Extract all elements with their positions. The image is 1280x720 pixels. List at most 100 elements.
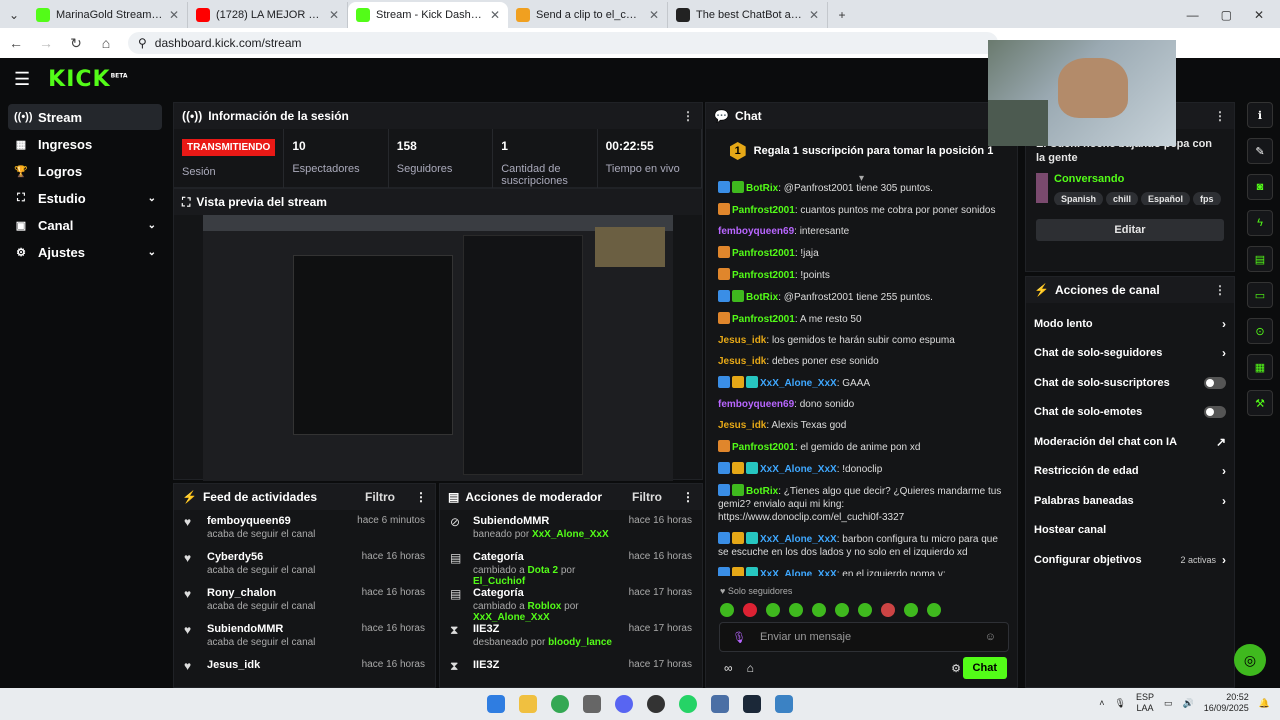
- whatsapp-icon[interactable]: [679, 695, 697, 713]
- points-icon[interactable]: ∞: [724, 661, 733, 675]
- chat-username[interactable]: Panfrost2001: [732, 205, 795, 216]
- chevron-down-icon[interactable]: ⌄: [148, 247, 156, 258]
- notes-icon[interactable]: ▤: [1247, 246, 1273, 272]
- info-more-icon[interactable]: ⋮: [1214, 109, 1226, 123]
- settings-icon[interactable]: [711, 695, 729, 713]
- browser-tab[interactable]: MarinaGold Stream - Watch ✕: [28, 2, 188, 28]
- obs-icon[interactable]: [647, 695, 665, 713]
- activity-user[interactable]: Jesus_idk: [207, 659, 352, 671]
- mod-action-target[interactable]: Dota 2: [527, 565, 558, 576]
- activity-user[interactable]: femboyqueen69: [207, 515, 347, 527]
- chat-message[interactable]: XxX_Alone_XxX: barbon configura tu micro…: [718, 532, 1005, 559]
- mic-tray-icon[interactable]: 🎙: [1115, 698, 1126, 709]
- emoji-icon[interactable]: ☺: [985, 631, 996, 643]
- store-icon[interactable]: ⌂: [747, 661, 754, 675]
- stream-tag[interactable]: chill: [1106, 192, 1139, 205]
- chat-username[interactable]: Jesus_idk: [718, 420, 766, 431]
- activity-user[interactable]: Cyberdy56: [207, 551, 352, 563]
- chat-message[interactable]: femboyqueen69: interesante: [718, 225, 1005, 238]
- browser-tab[interactable]: (1728) LA MEJOR MUSICA para ✕: [188, 2, 348, 28]
- tab-search-icon[interactable]: ⌄: [0, 2, 28, 28]
- chat-message[interactable]: Jesus_idk: debes poner ese sonido: [718, 355, 1005, 368]
- emote-icon[interactable]: [766, 603, 780, 617]
- mod-filter-button[interactable]: Filtro: [632, 490, 662, 504]
- chat-username[interactable]: femboyqueen69: [718, 399, 794, 410]
- emote-icon[interactable]: [881, 603, 895, 617]
- discord-icon[interactable]: [615, 695, 633, 713]
- camera-icon[interactable]: ◙: [1247, 174, 1273, 200]
- emote-icon[interactable]: [904, 603, 918, 617]
- sidebar-item-estudio[interactable]: ⛶ Estudio ⌄: [8, 185, 162, 211]
- emote-icon[interactable]: [858, 603, 872, 617]
- tab-close-icon[interactable]: ✕: [490, 8, 500, 22]
- category-thumbnail[interactable]: [1036, 173, 1048, 203]
- chat-username[interactable]: femboyqueen69: [718, 226, 794, 237]
- chat-username[interactable]: Panfrost2001: [732, 442, 795, 453]
- chat-send-button[interactable]: Chat: [962, 657, 1007, 679]
- chat-username[interactable]: Panfrost2001: [732, 270, 795, 281]
- notifications-icon[interactable]: 🔔: [1259, 698, 1270, 709]
- stream-tag[interactable]: Español: [1141, 192, 1191, 205]
- chat-username[interactable]: BotRix: [746, 486, 778, 497]
- mod-action-target[interactable]: XxX_Alone_XxX: [532, 529, 609, 540]
- kick-logo[interactable]: KICKBETA: [48, 67, 127, 92]
- mod-action-row[interactable]: ⧗ IIE3Z desbaneado por bloody_lance hace 1…: [440, 618, 702, 654]
- mod-action-row[interactable]: ▤ Categoría cambiado a Roblox por XxX_Alon…: [440, 582, 702, 623]
- channel-action-row[interactable]: Restricción de edad ›: [1026, 457, 1234, 487]
- back-icon[interactable]: ←: [8, 35, 24, 51]
- activity-row[interactable]: ♥ Jesus_idk hace 16 horas: [174, 654, 435, 690]
- chat-username[interactable]: XxX_Alone_XxX: [760, 569, 837, 576]
- chat-message[interactable]: XxX_Alone_XxX: en el izquierdo noma v:: [718, 567, 1005, 576]
- forward-icon[interactable]: →: [38, 35, 54, 51]
- activity-user[interactable]: Rony_chalon: [207, 587, 352, 599]
- tab-close-icon[interactable]: ✕: [329, 8, 339, 22]
- chat-username[interactable]: Jesus_idk: [718, 335, 766, 346]
- steam-icon[interactable]: [743, 695, 761, 713]
- emote-icon[interactable]: [927, 603, 941, 617]
- wrench-icon[interactable]: ⚒: [1247, 390, 1273, 416]
- chat-input[interactable]: 🎙 Enviar un mensaje ☺: [719, 622, 1009, 652]
- chat-message[interactable]: Panfrost2001: !jaja: [718, 246, 1005, 260]
- explorer-icon[interactable]: [519, 695, 537, 713]
- mod-more-icon[interactable]: ⋮: [682, 490, 694, 504]
- channel-action-row[interactable]: Palabras baneadas ›: [1026, 486, 1234, 516]
- chat-username[interactable]: Panfrost2001: [732, 248, 795, 259]
- help-headset-icon[interactable]: ◎: [1234, 644, 1266, 676]
- chat-username[interactable]: Panfrost2001: [732, 314, 795, 325]
- channel-action-row[interactable]: Chat de solo-emotes: [1026, 398, 1234, 428]
- chrome-icon[interactable]: [551, 695, 569, 713]
- mod-action-row[interactable]: ⊘ SubiendoMMR baneado por XxX_Alone_XxX ha…: [440, 510, 702, 546]
- chevron-down-icon[interactable]: ⌄: [148, 193, 156, 204]
- mod-action-actor[interactable]: El_Cuchiof: [473, 576, 525, 587]
- stream-tag[interactable]: Spanish: [1054, 192, 1104, 205]
- sidebar-item-stream[interactable]: ((•)) Stream: [8, 104, 162, 130]
- tab-close-icon[interactable]: ✕: [809, 8, 819, 22]
- app-icon[interactable]: [583, 695, 601, 713]
- chat-message[interactable]: XxX_Alone_XxX: !donoclip: [718, 462, 1005, 476]
- chat-bubble-icon[interactable]: ▭: [1247, 282, 1273, 308]
- session-more-icon[interactable]: ⋮: [682, 109, 694, 123]
- maximize-icon[interactable]: ▢: [1221, 8, 1232, 22]
- activity-filter-button[interactable]: Filtro: [365, 490, 395, 504]
- reload-icon[interactable]: ↻: [68, 35, 84, 52]
- emote-icon[interactable]: [743, 603, 757, 617]
- stream-preview-video[interactable]: [203, 215, 673, 481]
- chat-message[interactable]: Jesus_idk: Alexis Texas god: [718, 419, 1005, 432]
- app2-icon[interactable]: [775, 695, 793, 713]
- close-window-icon[interactable]: ✕: [1254, 8, 1264, 22]
- browser-tab[interactable]: The best ChatBot and Widgets ✕: [668, 2, 828, 28]
- chat-message[interactable]: Panfrost2001: !points: [718, 268, 1005, 282]
- activity-row[interactable]: ♥ femboyqueen69 acaba de seguir el canal ha…: [174, 510, 435, 546]
- channel-action-row[interactable]: Moderación del chat con IA ↗: [1026, 427, 1234, 457]
- activity-row[interactable]: ♥ SubiendoMMR acaba de seguir el canal hace…: [174, 618, 435, 654]
- chat-message[interactable]: Panfrost2001: el gemido de anime pon xd: [718, 440, 1005, 454]
- home-icon[interactable]: ⌂: [98, 35, 114, 51]
- broadcast-icon[interactable]: ⊙: [1247, 318, 1273, 344]
- chat-message[interactable]: BotRix: ¿Tienes algo que decir? ¿Quieres…: [718, 484, 1005, 524]
- mic-icon[interactable]: 🎙: [732, 631, 746, 644]
- chat-message[interactable]: Panfrost2001: cuantos puntos me cobra po…: [718, 203, 1005, 217]
- sidebar-item-ingresos[interactable]: ▦ Ingresos: [8, 131, 162, 157]
- chat-message[interactable]: BotRix: @Panfrost2001 tiene 305 puntos.: [718, 181, 1005, 195]
- mod-action-target[interactable]: Roblox: [527, 601, 561, 612]
- tray-chevron-icon[interactable]: ˄: [1099, 698, 1104, 708]
